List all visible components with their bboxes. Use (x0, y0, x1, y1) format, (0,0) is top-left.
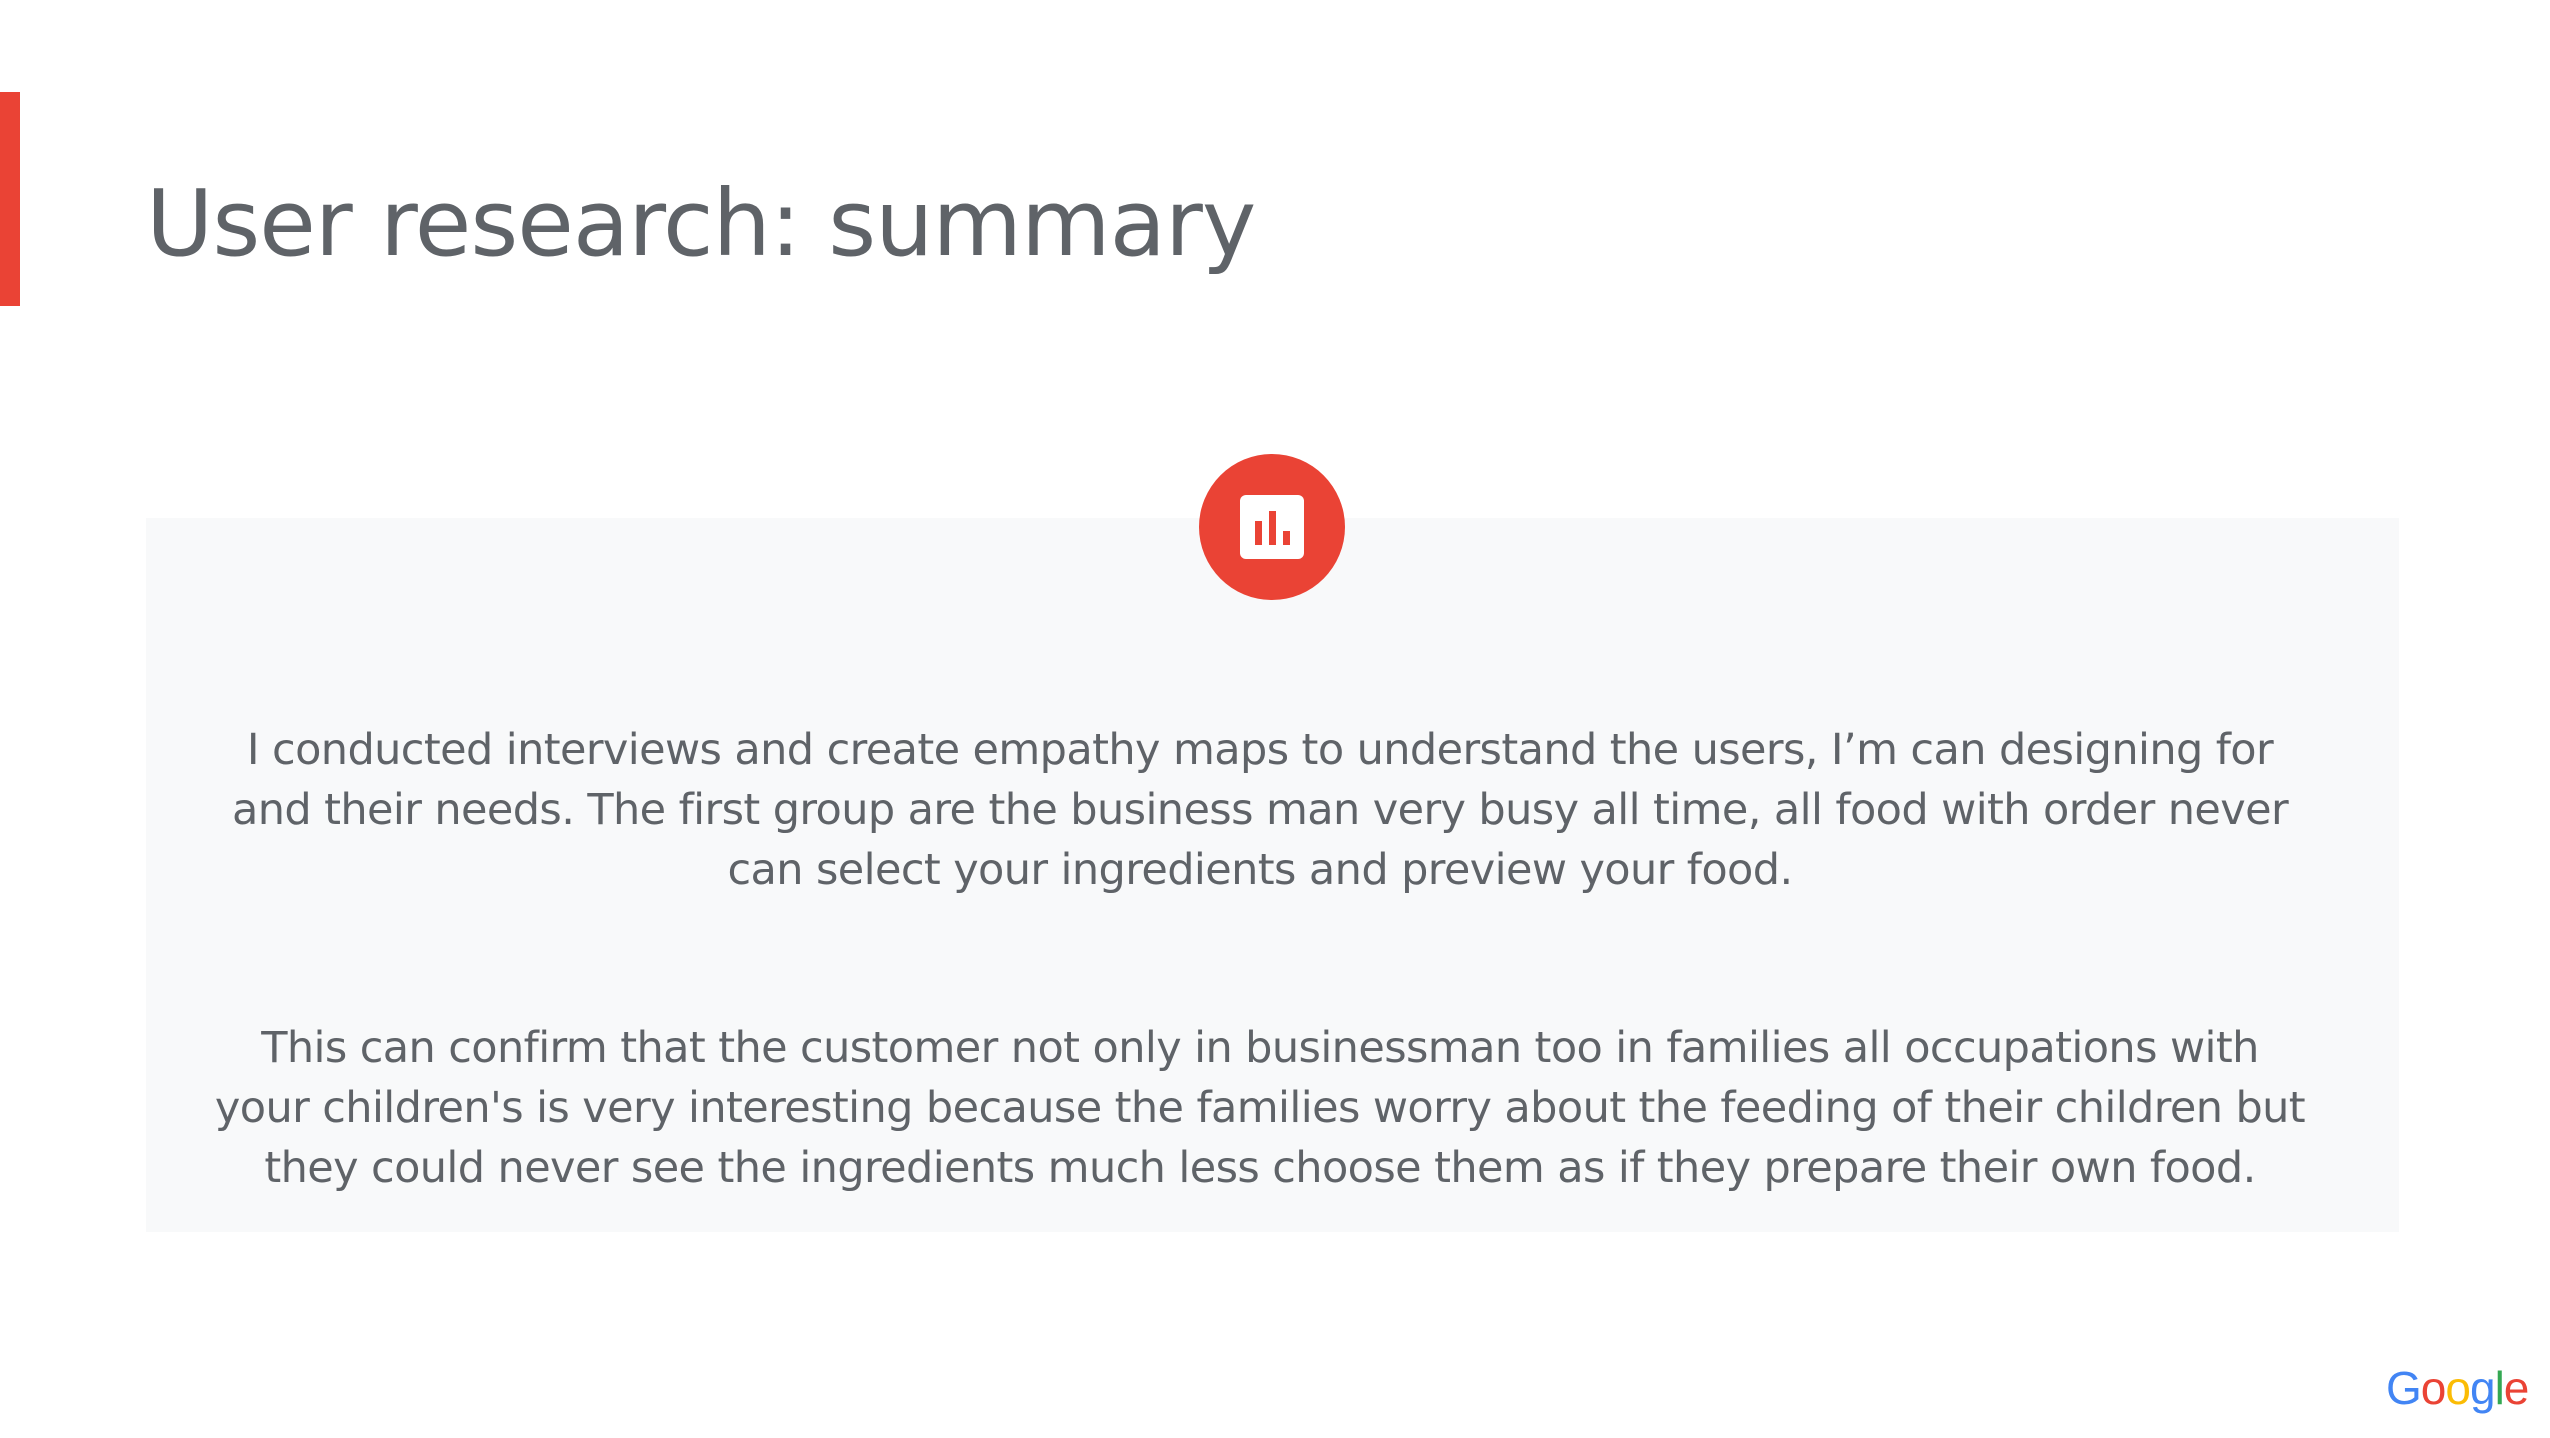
google-logo-letter: o (2445, 1362, 2471, 1414)
google-logo-letter: o (2420, 1362, 2447, 1414)
summary-paragraph-1: I conducted interviews and create empath… (231, 725, 2289, 895)
icon-badge (1199, 454, 1345, 600)
google-logo-letter: l (2494, 1362, 2505, 1414)
google-logo-letter: G (2386, 1362, 2422, 1414)
google-logo-letter: g (2469, 1362, 2496, 1414)
google-logo: Google (2386, 1360, 2530, 1416)
bar-chart-icon (1240, 495, 1304, 559)
page-title: User research: summary (146, 170, 1256, 277)
accent-bar (0, 92, 20, 306)
summary-paragraph-2: This can confirm that the customer not o… (214, 1023, 2306, 1193)
google-logo-letter: e (2503, 1362, 2530, 1414)
